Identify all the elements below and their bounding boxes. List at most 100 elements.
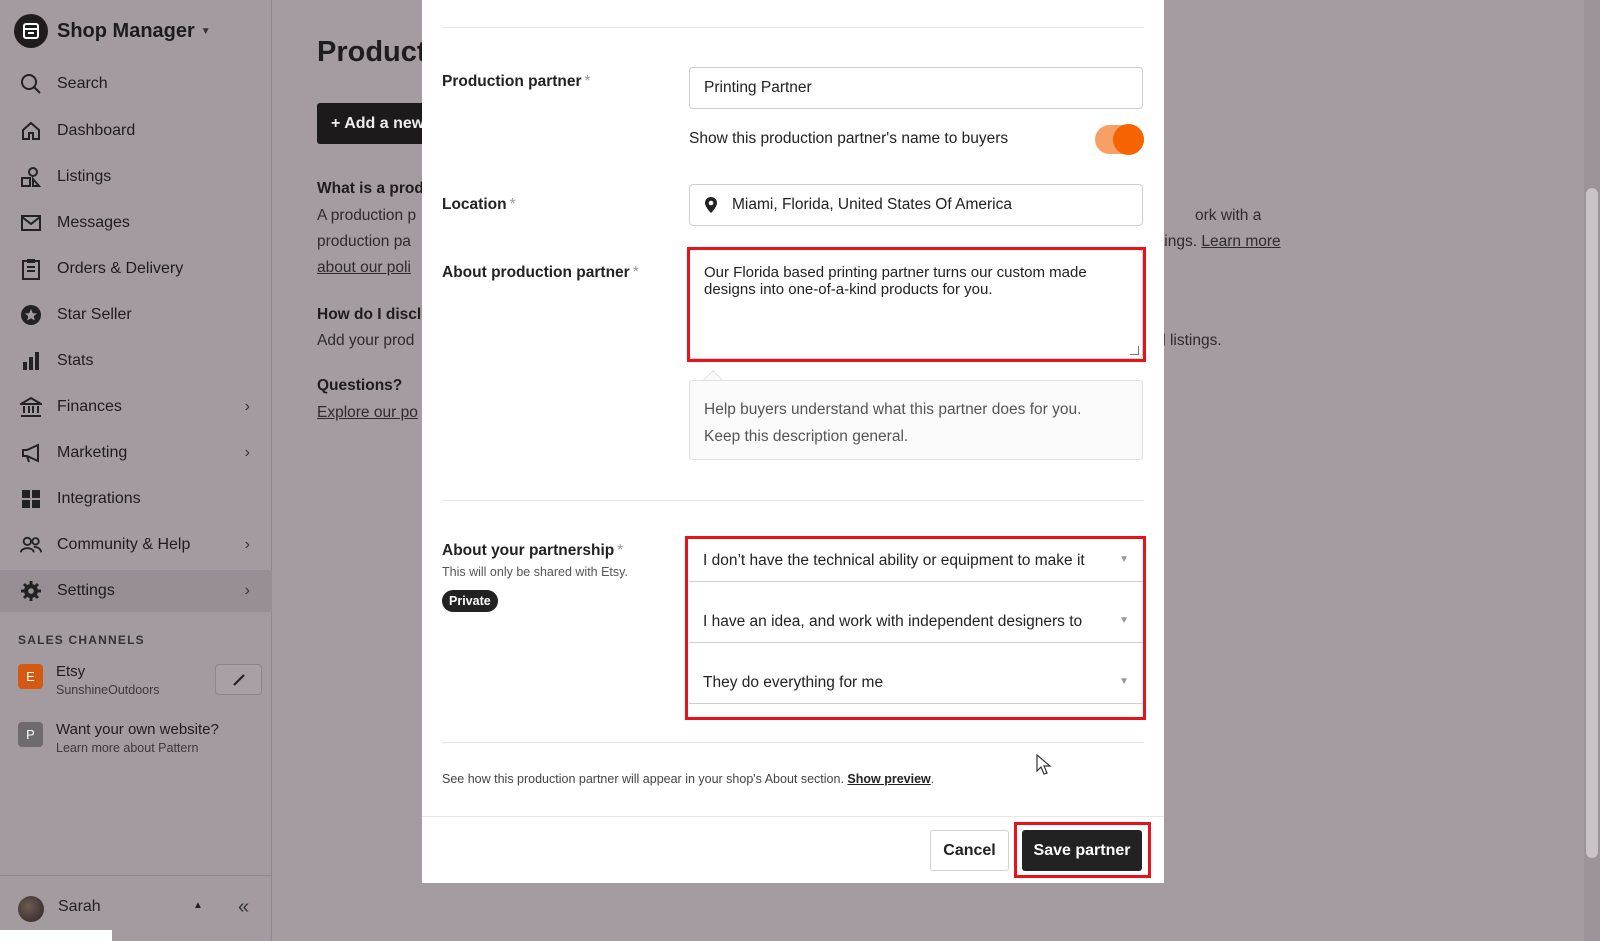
people-icon: [20, 534, 42, 556]
nav-item-community[interactable]: Community & Help ›: [0, 524, 272, 566]
divider: [442, 27, 1144, 28]
divider: [442, 742, 1144, 743]
edit-channel-button[interactable]: [215, 664, 262, 695]
location-value: Miami, Florida, United States Of America: [732, 196, 1012, 213]
chevron-right-icon: ›: [244, 398, 250, 415]
nav-label: Orders & Delivery: [57, 260, 184, 277]
channel-name: Etsy: [56, 663, 86, 680]
nav-label: Settings: [57, 582, 115, 599]
pencil-icon: [232, 673, 245, 686]
nav-label: Dashboard: [57, 122, 136, 139]
shop-title: Shop Manager: [57, 19, 195, 42]
show-name-label: Show this production partner's name to b…: [689, 130, 1009, 147]
cancel-button[interactable]: Cancel: [930, 830, 1009, 871]
required-mark: *: [617, 542, 624, 559]
nav-label: Star Seller: [57, 306, 132, 323]
map-pin-icon: [705, 197, 717, 213]
etsy-badge-icon: E: [18, 664, 43, 689]
what-line1-right: ork with a: [1195, 207, 1262, 224]
preview-note-text: See how this production partner will app…: [442, 772, 844, 786]
required-mark: *: [509, 196, 516, 213]
nav-item-integrations[interactable]: Integrations: [0, 478, 272, 520]
questions-heading: Questions?: [317, 377, 403, 394]
show-preview-link[interactable]: Show preview: [847, 772, 930, 786]
explore-link[interactable]: Explore our po: [317, 404, 418, 422]
nav-label: Community & Help: [57, 536, 191, 553]
sales-channels-heading: SALES CHANNELS: [18, 633, 145, 647]
shop-manager-logo-icon: [14, 14, 48, 48]
highlight-save: [1014, 822, 1151, 878]
partnership-label: About your partnership *: [442, 542, 623, 560]
nav-label: Integrations: [57, 490, 141, 507]
bottom-strip: [0, 930, 112, 941]
listings-icon: [20, 166, 42, 188]
about-label: About production partner *: [442, 264, 639, 282]
page-scrollbar[interactable]: [1584, 0, 1600, 941]
footer-divider: [422, 816, 1164, 817]
channel-pattern[interactable]: P Want your own website? Learn more abou…: [18, 721, 219, 755]
what-line2-right-text: tings.: [1160, 233, 1198, 250]
policy-link[interactable]: about our poli: [317, 259, 411, 277]
nav-label: Stats: [57, 352, 94, 369]
help-line-2: Keep this description general.: [704, 427, 909, 445]
channel-name: Want your own website?: [56, 721, 219, 738]
avatar: [18, 896, 44, 922]
required-mark: *: [632, 264, 639, 281]
nav-item-dashboard[interactable]: Dashboard: [0, 110, 272, 152]
chevron-right-icon: ›: [244, 536, 250, 553]
sidebar: Shop Manager ▼ Search Dashboard Listings…: [0, 0, 272, 941]
what-line1: A production p: [317, 207, 417, 224]
toggle-knob: [1113, 124, 1144, 155]
about-label-text: About production partner: [442, 264, 630, 281]
mouse-cursor-icon: [1036, 753, 1052, 781]
nav-item-search[interactable]: Search: [0, 63, 272, 105]
pattern-badge-icon: P: [18, 722, 43, 747]
mail-icon: [20, 212, 42, 234]
partner-label-text: Production partner: [442, 73, 582, 90]
partner-name-input[interactable]: Printing Partner: [689, 67, 1143, 109]
what-heading: What is a prod: [317, 180, 424, 197]
bank-icon: [20, 396, 42, 418]
bar-chart-icon: [20, 350, 42, 372]
home-icon: [20, 120, 42, 142]
channel-subtitle: SunshineOutdoors: [56, 683, 160, 697]
location-label-text: Location: [442, 196, 507, 213]
highlight-about: [687, 247, 1146, 362]
chevron-right-icon: ›: [244, 582, 250, 599]
nav-item-listings[interactable]: Listings: [0, 156, 272, 198]
chevron-right-icon: ›: [244, 444, 250, 461]
shop-switcher[interactable]: Shop Manager ▼: [14, 14, 211, 48]
add-new-button[interactable]: + Add a new: [317, 103, 437, 144]
location-input[interactable]: Miami, Florida, United States Of America: [689, 184, 1143, 226]
learn-more-link[interactable]: Learn more: [1201, 233, 1280, 250]
caret-up-icon: ▲: [193, 900, 203, 911]
channel-etsy[interactable]: E Etsy SunshineOutdoors: [18, 663, 160, 697]
location-label: Location *: [442, 196, 516, 214]
help-line-1: Help buyers understand what this partner…: [704, 401, 1082, 418]
nav-label: Listings: [57, 168, 112, 185]
preview-note: See how this production partner will app…: [442, 772, 935, 786]
partnership-label-text: About your partnership: [442, 542, 615, 559]
gear-icon: [20, 580, 42, 602]
what-line2: production pa: [317, 233, 411, 250]
production-partner-modal: Production partner * Printing Partner Sho…: [422, 0, 1164, 883]
nav-label: Marketing: [57, 444, 128, 461]
nav-item-orders[interactable]: Orders & Delivery: [0, 248, 272, 290]
scrollbar-thumb[interactable]: [1586, 188, 1598, 858]
collapse-sidebar-icon[interactable]: «: [238, 896, 249, 919]
nav-item-stats[interactable]: Stats: [0, 340, 272, 382]
nav-item-settings[interactable]: Settings ›: [0, 570, 272, 612]
show-name-toggle[interactable]: [1095, 124, 1144, 155]
nav-label: Finances: [57, 398, 122, 415]
grid-icon: [20, 488, 42, 510]
nav-item-finances[interactable]: Finances ›: [0, 386, 272, 428]
how-heading: How do I discl: [317, 306, 422, 323]
nav-item-messages[interactable]: Messages: [0, 202, 272, 244]
search-icon: [20, 73, 42, 95]
nav-item-star-seller[interactable]: Star Seller: [0, 294, 272, 336]
nav-label: Search: [57, 75, 108, 92]
nav-item-marketing[interactable]: Marketing ›: [0, 432, 272, 474]
nav-label: Messages: [57, 214, 130, 231]
megaphone-icon: [20, 442, 42, 464]
how-line: Add your prod: [317, 332, 415, 349]
